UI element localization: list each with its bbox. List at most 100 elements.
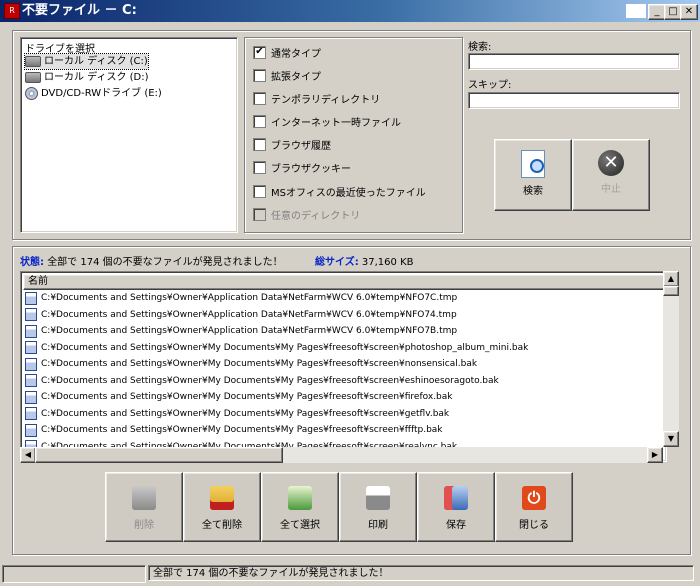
- status-bar-cell-left: [2, 565, 146, 583]
- status-line: 状態: 全部で 174 個の不要なファイルが発見されました！ 総サイズ: 37,…: [20, 253, 414, 268]
- checkbox: [253, 207, 266, 221]
- delete-all-button-label: 全て削除: [202, 520, 242, 531]
- horizontal-scroll-thumb[interactable]: [35, 447, 283, 463]
- search-input[interactable]: [468, 53, 680, 70]
- close-app-button[interactable]: ⏻ 閉じる: [495, 472, 573, 542]
- vertical-scroll-thumb[interactable]: [663, 286, 679, 296]
- file-path: C:¥Documents and Settings¥Owner¥My Docum…: [41, 375, 499, 386]
- scroll-left-button[interactable]: ◀: [20, 447, 36, 463]
- arrow-left-icon: ◀: [24, 450, 32, 459]
- option-temp-dir[interactable]: テンポラリディレクトリ: [253, 90, 380, 106]
- title-bar[interactable]: R 不要ファイル － C: _ □ ✕: [0, 0, 700, 22]
- delete-all-button[interactable]: 全て削除: [183, 472, 261, 542]
- search-icon: [521, 150, 545, 178]
- option-browser-history[interactable]: ブラウザ履歴: [253, 136, 331, 152]
- status-label: 状態:: [20, 257, 44, 268]
- file-path: C:¥Documents and Settings¥Owner¥Applicat…: [41, 309, 457, 320]
- file-icon: [25, 390, 37, 404]
- option-normal[interactable]: ✔ 通常タイプ: [253, 44, 321, 60]
- stop-button-label: 中止: [601, 184, 621, 195]
- checkbox[interactable]: [253, 137, 266, 151]
- arrow-right-icon: ▶: [651, 450, 659, 459]
- table-row[interactable]: C:¥Documents and Settings¥Owner¥My Docum…: [25, 373, 499, 389]
- status-bar-message: 全部で 174 個の不要なファイルが発見されました！: [148, 565, 694, 581]
- select-all-button[interactable]: 全て選択: [261, 472, 339, 542]
- app-icon[interactable]: R: [4, 3, 20, 19]
- table-row[interactable]: C:¥Documents and Settings¥Owner¥My Docum…: [25, 389, 453, 405]
- close-app-button-label: 閉じる: [519, 520, 549, 531]
- file-path: C:¥Documents and Settings¥Owner¥Applicat…: [41, 293, 458, 303]
- stop-button[interactable]: ✕ 中止: [572, 139, 650, 211]
- window-title: 不要ファイル － C:: [22, 3, 137, 18]
- scroll-up-button[interactable]: ▲: [663, 271, 679, 287]
- close-window-button[interactable]: ✕: [680, 4, 698, 20]
- drive-item-c[interactable]: ローカル ディスク (C:): [24, 53, 149, 70]
- drive-item-label: ローカル ディスク (C:): [44, 56, 148, 67]
- file-path: C:¥Documents and Settings¥Owner¥My Docum…: [41, 392, 453, 402]
- drive-item-label: ローカル ディスク (D:): [44, 72, 149, 83]
- table-row[interactable]: C:¥Documents and Settings¥Owner¥My Docum…: [25, 422, 443, 438]
- checkbox[interactable]: [253, 184, 266, 198]
- drive-list[interactable]: ドライブを選択 ローカル ディスク (C:) ローカル ディスク (D:) DV…: [20, 37, 238, 233]
- status-bar: 全部で 174 個の不要なファイルが発見されました！: [2, 565, 698, 583]
- file-path: C:¥Documents and Settings¥Owner¥My Docum…: [41, 425, 443, 435]
- option-label: 通常タイプ: [271, 48, 321, 60]
- option-label: インターネット一時ファイル: [271, 117, 401, 129]
- scroll-right-button[interactable]: ▶: [647, 447, 663, 463]
- table-row[interactable]: C:¥Documents and Settings¥Owner¥Applicat…: [25, 323, 457, 339]
- file-icon: [25, 374, 37, 387]
- save-button[interactable]: 保存: [417, 472, 495, 542]
- option-internet-temp[interactable]: インターネット一時ファイル: [253, 113, 401, 129]
- scroll-down-button[interactable]: ▼: [663, 431, 679, 447]
- print-button[interactable]: 印刷: [339, 472, 417, 542]
- option-browser-cookie[interactable]: ブラウザクッキー: [253, 159, 351, 175]
- skip-label: スキップ:: [468, 80, 512, 91]
- stop-icon: ✕: [598, 150, 624, 176]
- checkbox[interactable]: [253, 114, 266, 128]
- results-list[interactable]: 名前 C:¥Documents and Settings¥Owner¥Appli…: [20, 271, 671, 462]
- option-extended[interactable]: 拡張タイプ: [253, 67, 321, 83]
- status-text: 全部で 174 個の不要なファイルが発見されました！: [47, 257, 283, 268]
- delete-all-icon: [210, 486, 234, 510]
- table-row[interactable]: C:¥Documents and Settings¥Owner¥My Docum…: [25, 340, 528, 356]
- option-ms-office-recent[interactable]: MSオフィスの最近使ったファイル: [253, 183, 426, 199]
- action-button-bar: 削除 全て削除 全て選択 印刷 保存 ⏻ 閉じる: [105, 472, 573, 542]
- print-icon: [366, 486, 390, 510]
- vertical-scrollbar[interactable]: ▲ ▼: [663, 271, 679, 447]
- drive-item-e[interactable]: DVD/CD-RWドライブ (E:): [25, 86, 162, 101]
- table-row[interactable]: C:¥Documents and Settings¥Owner¥Applicat…: [25, 290, 457, 306]
- select-all-icon: [288, 486, 312, 510]
- drive-item-label: DVD/CD-RWドライブ (E:): [41, 88, 162, 99]
- search-button[interactable]: 検索: [494, 139, 572, 211]
- drive-item-d[interactable]: ローカル ディスク (D:): [25, 70, 149, 85]
- checkbox[interactable]: ✔: [253, 45, 266, 59]
- save-button-label: 保存: [446, 520, 466, 531]
- horizontal-scrollbar[interactable]: ◀ ▶: [20, 447, 663, 463]
- table-row[interactable]: C:¥Documents and Settings¥Owner¥My Docum…: [25, 406, 449, 422]
- title-bar-blank-box: [626, 4, 646, 18]
- delete-icon: [132, 486, 156, 510]
- option-label: 任意のディレクトリ: [271, 210, 361, 222]
- select-all-button-label: 全て選択: [280, 520, 320, 531]
- checkbox[interactable]: [253, 91, 266, 105]
- checkbox[interactable]: [253, 160, 266, 174]
- drive-list-label: ドライブを選択: [25, 44, 95, 55]
- delete-button-label: 削除: [134, 520, 154, 531]
- total-size-value: 37,160 KB: [361, 257, 414, 268]
- skip-input[interactable]: [468, 92, 680, 109]
- file-icon: [25, 341, 37, 354]
- maximize-icon: □: [668, 6, 678, 17]
- table-row[interactable]: C:¥Documents and Settings¥Owner¥My Docum…: [25, 356, 477, 372]
- print-button-label: 印刷: [368, 520, 388, 531]
- table-row[interactable]: C:¥Documents and Settings¥Owner¥Applicat…: [25, 307, 457, 323]
- checkbox[interactable]: [253, 68, 266, 82]
- drive-icon: [25, 72, 41, 83]
- column-header-name[interactable]: 名前: [23, 274, 671, 290]
- file-icon: [25, 324, 37, 338]
- minimize-icon: _: [654, 6, 660, 17]
- arrow-up-icon: ▲: [667, 274, 675, 283]
- delete-button[interactable]: 削除: [105, 472, 183, 542]
- save-icon: [444, 486, 468, 510]
- close-icon: ✕: [684, 6, 694, 17]
- file-path: C:¥Documents and Settings¥Owner¥My Docum…: [41, 408, 450, 419]
